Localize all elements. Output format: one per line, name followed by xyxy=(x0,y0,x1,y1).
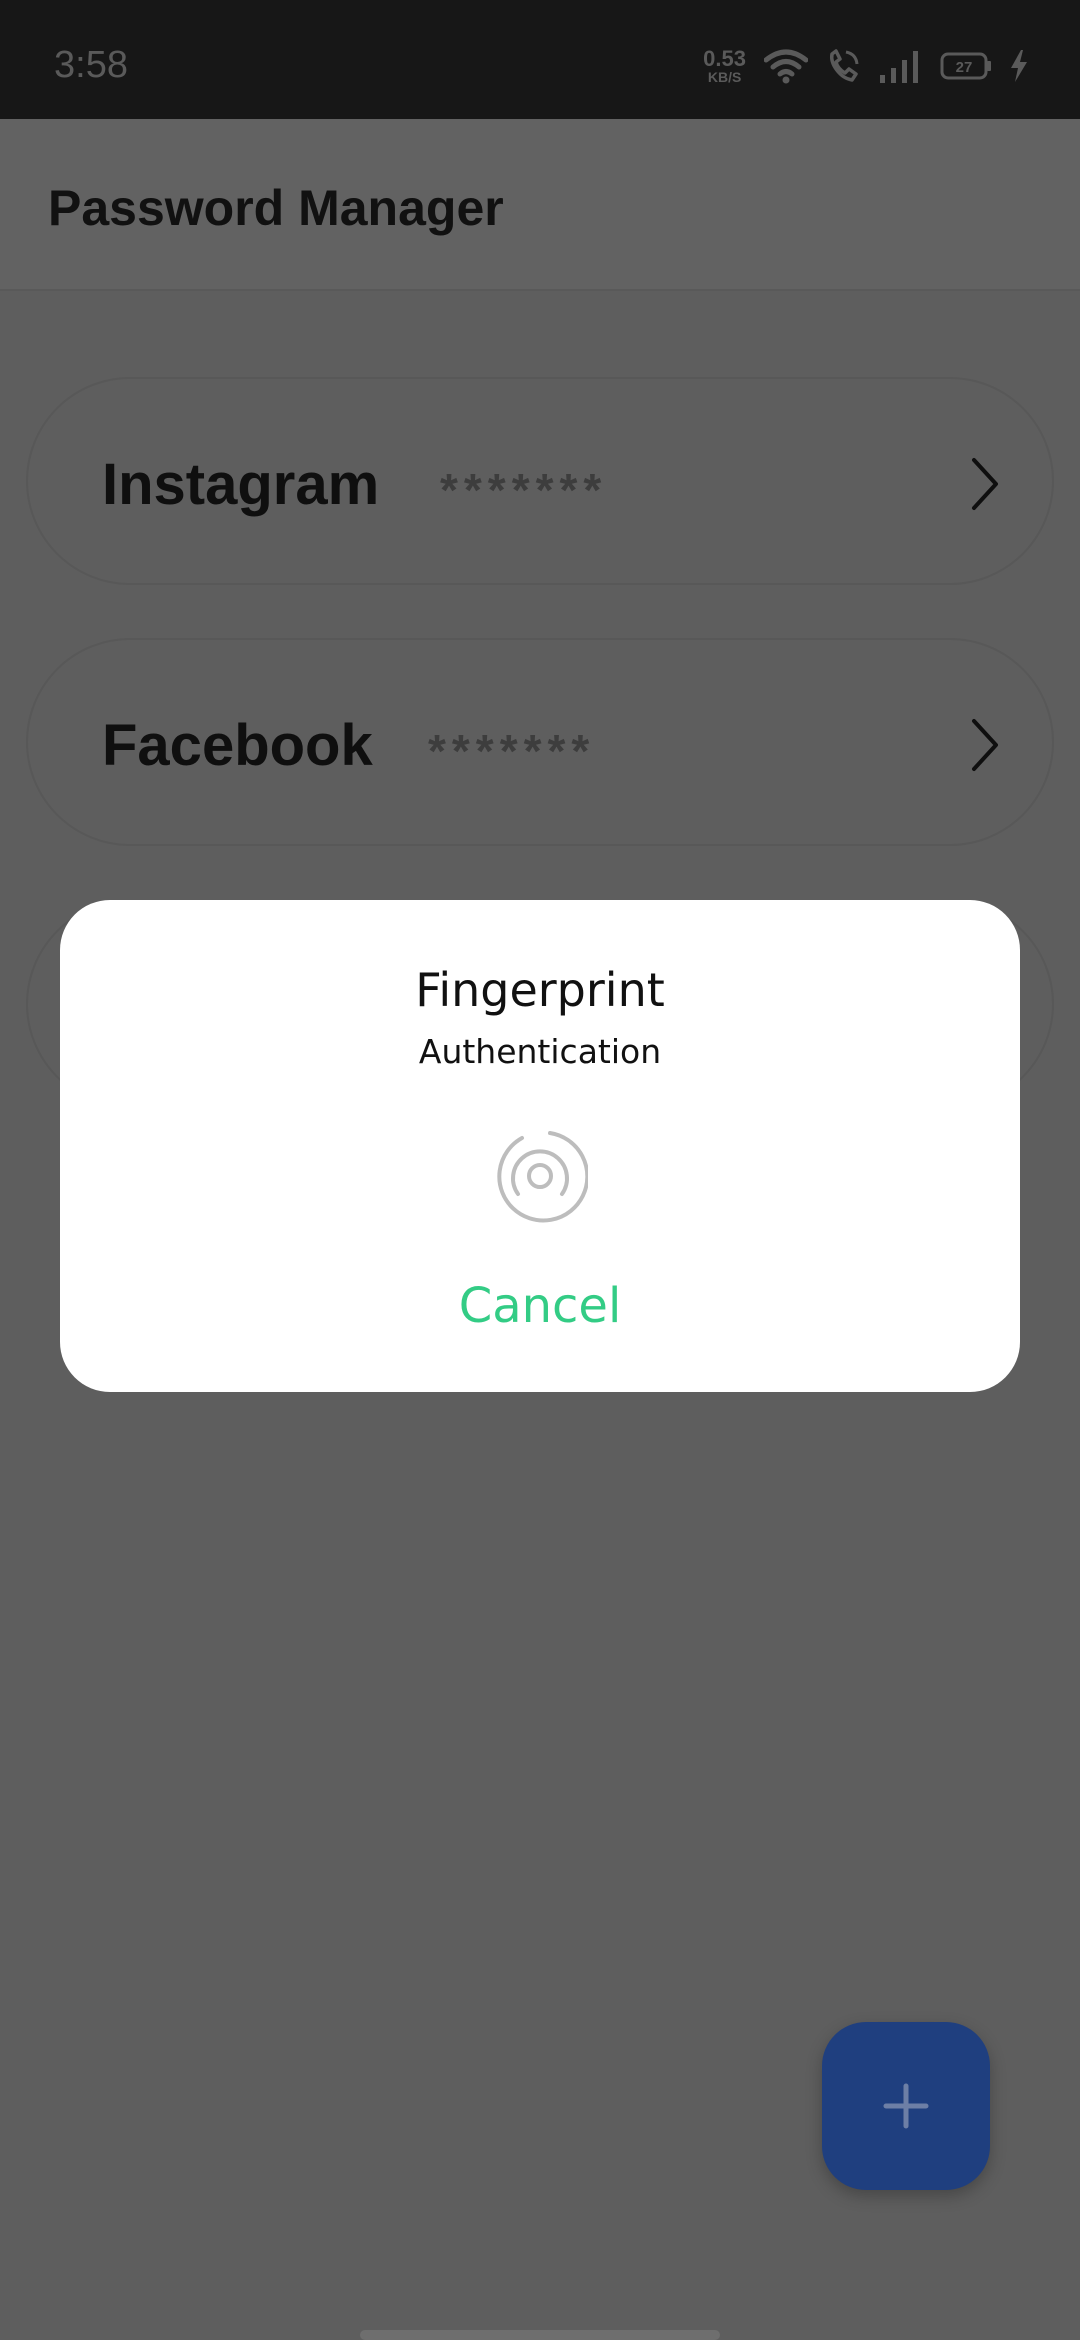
dialog-title: Fingerprint xyxy=(415,963,665,1017)
battery-level: 27 xyxy=(956,59,973,76)
dialog-subtitle: Authentication xyxy=(418,1032,662,1071)
chevron-right-icon xyxy=(970,457,1000,516)
password-item-mask: ******* xyxy=(428,725,596,777)
password-item-name: Instagram xyxy=(102,452,380,517)
battery-icon: 27 xyxy=(940,52,992,80)
password-item-instagram[interactable]: Instagram ******* xyxy=(26,377,1054,585)
signal-icon xyxy=(878,49,922,83)
fingerprint-dialog: Fingerprint Authentication Cancel xyxy=(60,900,1020,1392)
add-password-button[interactable] xyxy=(822,2022,990,2190)
password-item-facebook[interactable]: Facebook ******* xyxy=(26,638,1054,846)
status-bar: 3:58 0.53 KB/S 27 xyxy=(0,0,1080,119)
network-speed: 0.53 KB/S xyxy=(703,46,746,85)
chevron-right-icon xyxy=(970,718,1000,777)
page-title: Password Manager xyxy=(48,180,504,236)
plus-icon xyxy=(883,2083,929,2129)
network-speed-value: 0.53 xyxy=(703,46,746,71)
cancel-button[interactable]: Cancel xyxy=(440,1278,640,1334)
volte-call-icon xyxy=(826,48,860,84)
password-item-mask: ******* xyxy=(440,464,608,516)
network-speed-unit: KB/S xyxy=(707,69,742,85)
password-item-name: Facebook xyxy=(102,713,373,778)
charging-icon xyxy=(1010,50,1028,82)
fingerprint-icon xyxy=(492,1128,590,1229)
wifi-icon xyxy=(764,48,808,84)
status-icons: 0.53 KB/S 27 xyxy=(703,44,1028,88)
home-indicator[interactable] xyxy=(360,2330,720,2340)
status-time: 3:58 xyxy=(54,44,128,86)
app-bar: Password Manager xyxy=(0,119,1080,291)
